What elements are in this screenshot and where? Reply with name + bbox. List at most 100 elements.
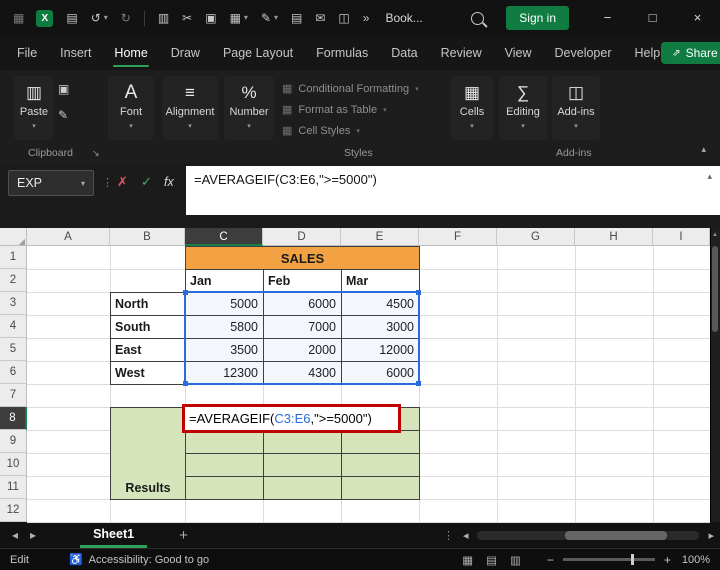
formula-bar-handle-icon[interactable]: ⋮: [102, 176, 113, 189]
column-header-H[interactable]: H: [575, 228, 653, 246]
tab-formulas[interactable]: Formulas: [315, 40, 369, 66]
tab-view[interactable]: View: [504, 40, 533, 66]
range-handle[interactable]: [183, 290, 188, 295]
scroll-right-icon[interactable]: ▸: [708, 529, 714, 542]
tab-help[interactable]: Help: [634, 40, 662, 66]
cell-D9[interactable]: [263, 430, 342, 454]
horizontal-scrollbar[interactable]: [477, 531, 699, 540]
cell-D11[interactable]: [263, 476, 342, 500]
row-header-10[interactable]: 10: [0, 453, 27, 476]
painter-chevron-icon[interactable]: ▾: [274, 14, 278, 22]
quick-access-menu-icon[interactable]: ▦: [13, 12, 24, 24]
tab-draw[interactable]: Draw: [170, 40, 201, 66]
row-header-9[interactable]: 9: [0, 430, 27, 453]
sign-in-button[interactable]: Sign in: [506, 6, 569, 30]
cell-B3[interactable]: North: [110, 292, 186, 316]
column-header-I[interactable]: I: [653, 228, 710, 246]
undo-chevron-icon[interactable]: ▾: [104, 14, 108, 22]
previous-sheet-icon[interactable]: ◂: [12, 528, 18, 542]
toolbar-overflow-icon[interactable]: »: [363, 12, 370, 24]
paste-button[interactable]: ▥ Paste ▾: [14, 76, 54, 140]
new-sheet-icon[interactable]: +: [179, 527, 188, 544]
range-handle[interactable]: [416, 290, 421, 295]
zoom-level[interactable]: 100%: [682, 554, 710, 566]
accessibility-status[interactable]: Accessibility: Good to go: [89, 554, 209, 566]
save-icon[interactable]: ▤: [66, 12, 77, 24]
cell-C2[interactable]: Jan: [185, 269, 264, 293]
cells-button[interactable]: ▦ Cells ▾: [450, 76, 494, 140]
tab-home[interactable]: Home: [113, 40, 148, 66]
accessibility-icon[interactable]: ♿: [69, 553, 83, 566]
row-header-11[interactable]: 11: [0, 476, 27, 499]
cell-B5[interactable]: East: [110, 338, 186, 362]
insert-function-icon[interactable]: fx: [164, 175, 174, 189]
page-break-view-icon[interactable]: ▥: [510, 553, 521, 567]
collapse-formula-bar-icon[interactable]: ▴: [707, 171, 712, 182]
chart-chevron-icon[interactable]: ▾: [244, 14, 248, 22]
page-layout-view-icon[interactable]: ▤: [486, 553, 497, 567]
zoom-slider-thumb[interactable]: [631, 554, 634, 565]
zoom-out-icon[interactable]: −: [547, 553, 554, 567]
cell-D2[interactable]: Feb: [263, 269, 342, 293]
alignment-button[interactable]: ≡ Alignment ▾: [162, 76, 218, 140]
chart-icon[interactable]: ▦: [230, 12, 241, 24]
column-header-C[interactable]: C: [185, 228, 263, 246]
scroll-up-icon[interactable]: ▴: [710, 230, 720, 238]
formula-edit-cell-annotation[interactable]: =AVERAGEIF(C3:E6,">=5000"): [182, 404, 401, 433]
column-header-D[interactable]: D: [263, 228, 341, 246]
zoom-in-icon[interactable]: +: [664, 553, 671, 567]
cell-E9[interactable]: [341, 430, 420, 454]
collapse-ribbon-icon[interactable]: ▴: [701, 144, 706, 155]
number-button[interactable]: % Number ▾: [224, 76, 274, 140]
copy-button[interactable]: ▣: [58, 82, 69, 96]
cell-styles-button[interactable]: ▦ Cell Styles ▾: [282, 120, 450, 141]
confirm-entry-icon[interactable]: ✓: [141, 174, 152, 190]
add-ins-button[interactable]: ◫ Add-ins ▾: [552, 76, 600, 140]
cell-C1-sales-header[interactable]: SALES: [185, 246, 420, 270]
formula-input[interactable]: =AVERAGEIF(C3:E6,">=5000") ▴: [186, 166, 720, 215]
sheet-tab-sheet1[interactable]: Sheet1: [80, 522, 147, 548]
copy-icon[interactable]: ▣: [205, 12, 216, 24]
scrollbar-resize-handle-icon[interactable]: ⋮: [443, 529, 454, 542]
editing-button[interactable]: ∑ Editing ▾: [499, 76, 547, 140]
tab-file[interactable]: File: [16, 40, 38, 66]
row-header-2[interactable]: 2: [0, 269, 27, 292]
cell-C9[interactable]: [185, 430, 264, 454]
cell-E2[interactable]: Mar: [341, 269, 420, 293]
tab-data[interactable]: Data: [390, 40, 418, 66]
cell-E11[interactable]: [341, 476, 420, 500]
column-header-E[interactable]: E: [341, 228, 419, 246]
row-header-4[interactable]: 4: [0, 315, 27, 338]
camera-icon[interactable]: ◫: [338, 12, 349, 24]
column-header-B[interactable]: B: [110, 228, 185, 246]
undo-icon[interactable]: ↺: [91, 12, 101, 24]
format-painter-button[interactable]: ✎: [58, 108, 69, 122]
next-sheet-icon[interactable]: ▸: [30, 528, 36, 542]
format-as-table-button[interactable]: ▦ Format as Table ▾: [282, 99, 450, 120]
cell-B8-results-label[interactable]: Results: [110, 407, 186, 500]
tab-review[interactable]: Review: [440, 40, 483, 66]
column-header-F[interactable]: F: [419, 228, 497, 246]
clipboard-dialog-launcher-icon[interactable]: ↘: [92, 148, 100, 159]
column-header-A[interactable]: A: [27, 228, 110, 246]
tab-developer[interactable]: Developer: [554, 40, 613, 66]
row-header-1[interactable]: 1: [0, 246, 27, 269]
select-all-corner[interactable]: ◢: [0, 228, 27, 246]
maximize-button[interactable]: □: [630, 0, 675, 36]
close-button[interactable]: ×: [675, 0, 720, 36]
row-header-6[interactable]: 6: [0, 361, 27, 384]
vertical-scrollbar-thumb[interactable]: [712, 246, 718, 332]
cell-E10[interactable]: [341, 453, 420, 477]
cell-D10[interactable]: [263, 453, 342, 477]
horizontal-scrollbar-thumb[interactable]: [565, 531, 667, 540]
row-header-12[interactable]: 12: [0, 499, 27, 522]
tab-page-layout[interactable]: Page Layout: [222, 40, 294, 66]
excel-logo-icon[interactable]: X: [36, 10, 53, 27]
tab-insert[interactable]: Insert: [59, 40, 92, 66]
zoom-slider[interactable]: [563, 558, 655, 561]
document-icon[interactable]: ▤: [291, 12, 302, 24]
row-header-3[interactable]: 3: [0, 292, 27, 315]
search-icon[interactable]: [471, 12, 484, 25]
cell-B6[interactable]: West: [110, 361, 186, 385]
row-header-5[interactable]: 5: [0, 338, 27, 361]
